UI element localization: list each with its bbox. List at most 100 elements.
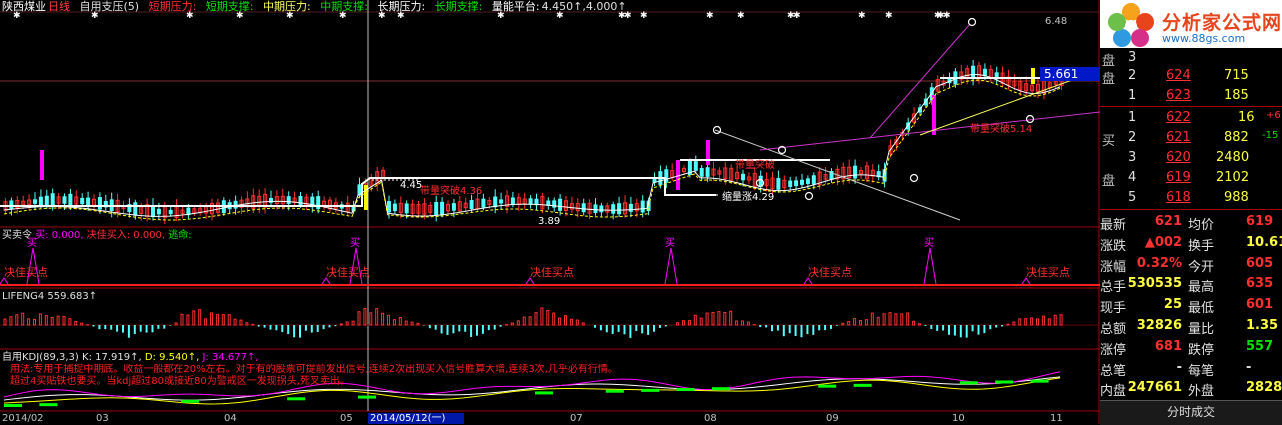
candle-body [405, 204, 408, 213]
candle-body [388, 202, 391, 212]
stats-row: 最新621均价619 [1100, 212, 1282, 232]
candle-body [795, 181, 798, 186]
kdj-green-bar [287, 397, 305, 400]
circle-marker [806, 193, 813, 200]
stat-value: 681 [1155, 339, 1182, 354]
stock-name[interactable]: 陕西煤业 [2, 0, 46, 13]
lifeng-title-row: LIFENG4 559.683↑ [2, 291, 97, 303]
sell-level-2[interactable]: 盘 2 624 715 [1100, 66, 1282, 86]
candle-body [470, 201, 473, 209]
volume-platform-value: 4.450↑,4.000↑ [542, 0, 627, 13]
candle-body [452, 204, 455, 211]
circle-marker [714, 127, 721, 134]
buy-level-3[interactable]: 3 620 2480 [1100, 148, 1282, 168]
buy-2-volume: 882 [1224, 130, 1249, 145]
tab-time-sales[interactable]: 分时成交 [1100, 400, 1282, 425]
axis-date-3: 05 [340, 413, 353, 424]
stat-value: 1.35 [1246, 318, 1278, 333]
histogram-bar [989, 325, 991, 329]
chart-header: 陕西煤业日线 自用支压(5) 短期压力: 短期支撑: 中期压力: 中期支撑: 长… [2, 0, 633, 13]
stat-label: 量比 [1188, 318, 1214, 337]
histogram-bar [842, 323, 844, 325]
candle-body [157, 209, 160, 214]
buysell-decisive-value: 决佳买入: 0.000, [87, 230, 165, 241]
candle-body [700, 168, 703, 176]
stat-label: 最新 [1100, 214, 1126, 233]
chart-area[interactable]: ✱✱✱✱✱✱✱✱✱✱✱✱✱✱✱✱✱✱✱✱✱✱买买买买决佳买点决佳买点决佳买点决佳… [0, 0, 1100, 424]
stat-label: 跌停 [1188, 339, 1214, 358]
histogram-bar [954, 325, 956, 335]
sell-level-1[interactable]: 1 623 185 [1100, 86, 1282, 106]
candle-body [983, 69, 986, 75]
histogram-bar [936, 325, 938, 331]
histogram-bar [264, 325, 266, 328]
buy-level-2[interactable]: 买 2 621 882 -15 [1100, 128, 1282, 148]
kdj-green-bar [677, 388, 695, 391]
candle-body [494, 197, 497, 207]
lifeng-value: 559.683↑ [47, 291, 97, 302]
histogram-bar [913, 321, 915, 325]
histogram-bar [234, 319, 236, 325]
histogram-bar [806, 325, 808, 334]
histogram-bar [175, 323, 177, 325]
histogram-bar [452, 325, 454, 333]
buysell-title[interactable]: 买卖令 [2, 230, 32, 241]
histogram-bar [270, 325, 272, 330]
kdj-green-bar [854, 384, 872, 387]
histogram-bar [28, 319, 30, 325]
highlight-candle [40, 150, 44, 180]
stat-value: 605 [1246, 256, 1273, 271]
candle-body [81, 198, 84, 203]
axis-date-1: 03 [96, 413, 109, 424]
histogram-bar [919, 324, 921, 325]
histogram-bar [865, 320, 867, 325]
histogram-bar [435, 325, 437, 330]
circle-marker [1027, 116, 1034, 123]
buy-level-4[interactable]: 盘 4 619 2102 [1100, 168, 1282, 188]
histogram-bar [34, 319, 36, 325]
candle-body [582, 204, 585, 212]
annotation-breakout-514: 带量突破5.14 [970, 124, 1032, 135]
stat-value: 621 [1155, 214, 1182, 229]
kdj-green-bar [712, 387, 730, 390]
buy-1-volume: 16 [1238, 110, 1255, 125]
histogram-bar [169, 325, 171, 326]
stats-row: 现手25最低601 [1100, 295, 1282, 315]
stat-label: 总额 [1100, 318, 1126, 337]
histogram-bar [352, 321, 354, 325]
axis-date-0: 2014/02 [2, 413, 44, 424]
candle-body [152, 206, 155, 217]
candle-body [98, 198, 101, 209]
stat-value: 25 [1164, 297, 1182, 312]
logo-url[interactable]: www.88gs.com [1162, 32, 1245, 45]
histogram-bar [677, 323, 679, 325]
best-buy-point-label: 决佳买点 [1026, 265, 1070, 279]
histogram-bar [683, 321, 685, 325]
histogram-bar [960, 325, 962, 337]
period-label[interactable]: 日线 [48, 0, 70, 13]
histogram-bar [983, 325, 985, 333]
histogram-bar [329, 325, 331, 327]
buy-signal-peak [924, 248, 936, 284]
lifeng-title[interactable]: LIFENG4 [2, 291, 44, 302]
current-price-tag: 5.661 [1040, 67, 1100, 81]
buy-level-1[interactable]: 1 622 16 +6 [1100, 108, 1282, 128]
kdj-title[interactable]: 自用KDJ(89,3,3) [2, 352, 79, 363]
logo-title: 分析家公式网 [1162, 8, 1282, 35]
kdj-green-bar [606, 390, 624, 393]
histogram-bar [110, 325, 112, 330]
candle-body [694, 162, 697, 171]
histogram-bar [706, 313, 708, 325]
histogram-bar [576, 320, 578, 325]
histogram-bar [470, 325, 472, 337]
candle-body [812, 176, 815, 184]
histogram-bar [51, 317, 53, 325]
histogram-bar [812, 325, 814, 335]
histogram-bar [216, 314, 218, 325]
histogram-bar [163, 325, 165, 329]
indicator-name[interactable]: 自用支压(5) [80, 0, 140, 13]
histogram-bar [877, 317, 879, 325]
stats-row: 总笔-每笔- [1100, 358, 1282, 378]
buy-level-5[interactable]: 5 618 988 [1100, 188, 1282, 208]
kdj-k-value: K: 17.919↑, [82, 352, 142, 363]
